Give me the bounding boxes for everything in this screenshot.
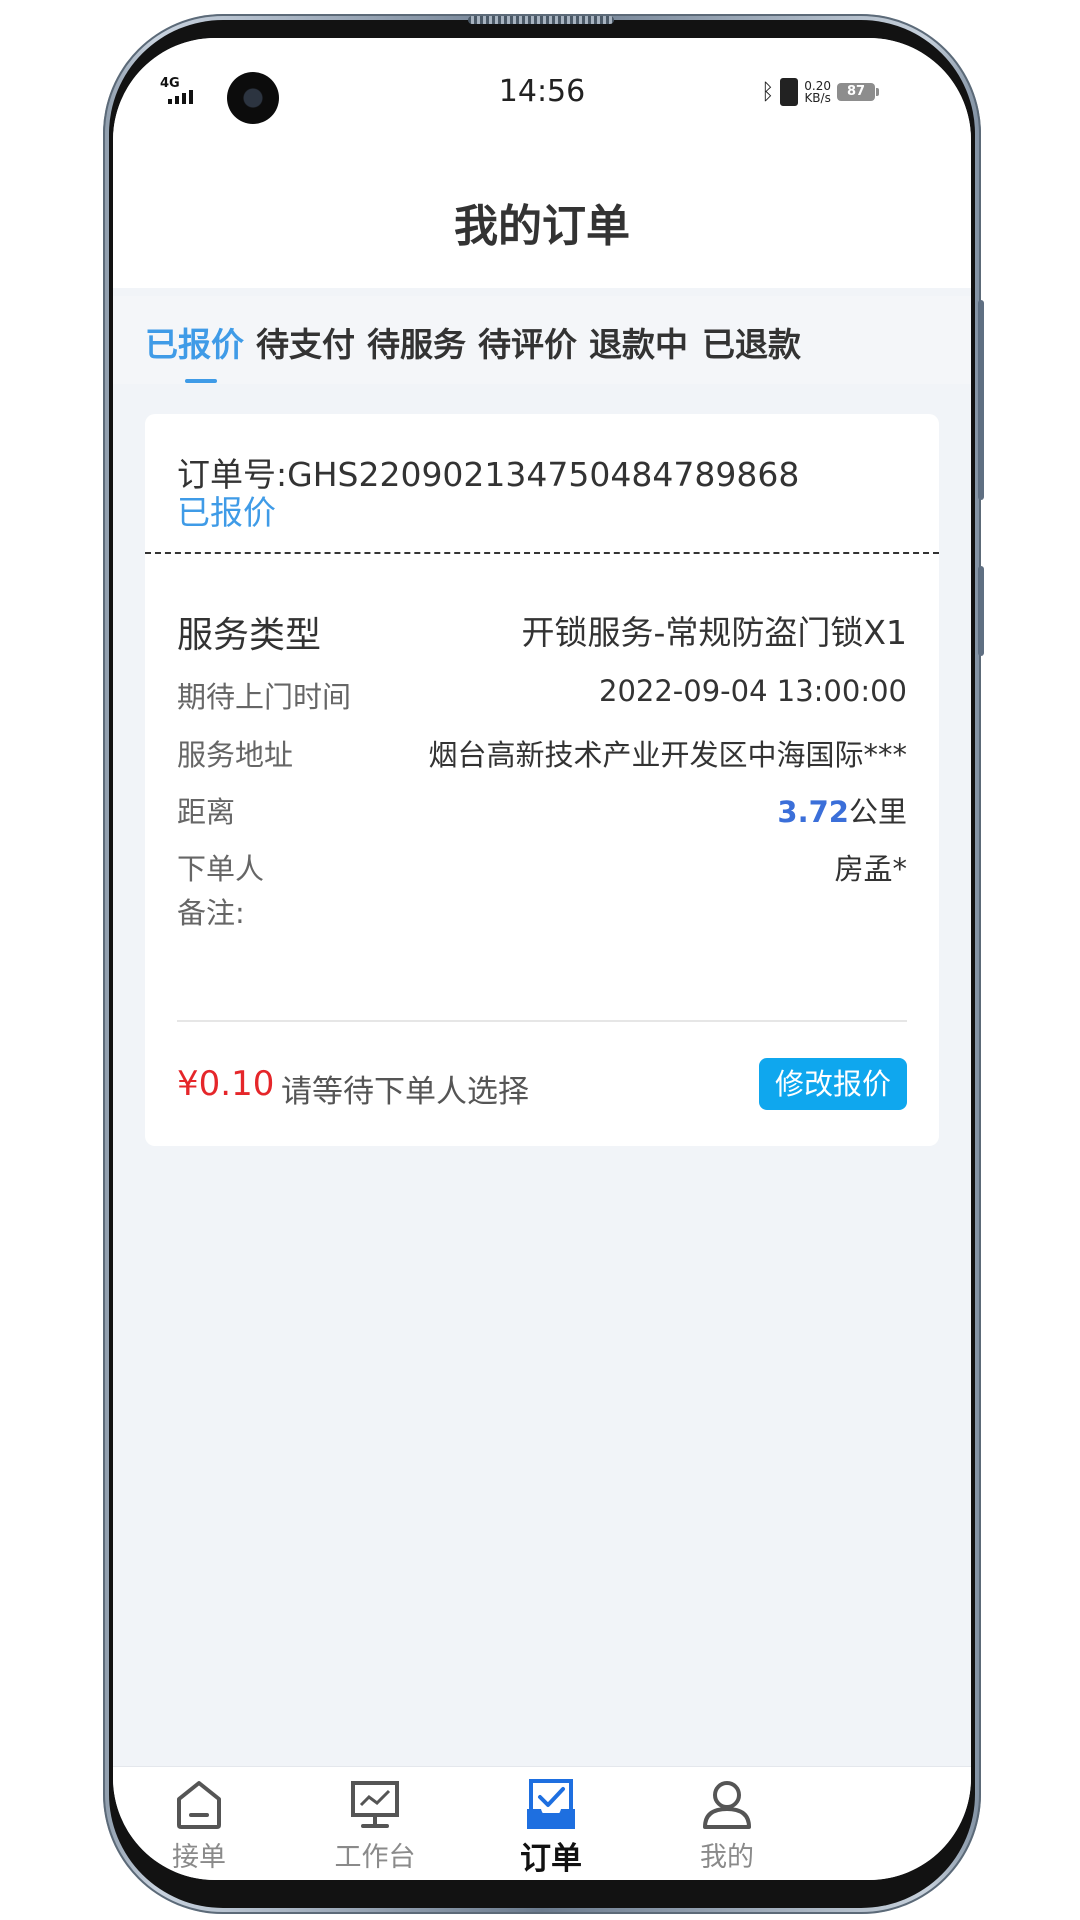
distance-number: 3.72	[777, 795, 849, 829]
price-note: 请等待下单人选择	[281, 1074, 529, 1110]
order-status: 已报价	[177, 493, 276, 532]
speed-unit: KB/s	[804, 91, 831, 105]
customer-value: 房孟*	[834, 852, 907, 886]
tab-refunded[interactable]: 已退款	[702, 318, 801, 366]
bottom-nav: 接单 工作台 订单 我的	[113, 1766, 971, 1880]
tab-quoted[interactable]: 已报价	[145, 318, 244, 366]
address-label: 服务地址	[177, 738, 294, 772]
bluetooth-icon: ᛒ	[761, 79, 775, 105]
power-button	[978, 566, 984, 656]
modify-quote-button[interactable]: 修改报价	[759, 1058, 907, 1110]
nav-accept-orders[interactable]: 接单	[113, 1767, 299, 1880]
order-check-icon	[527, 1779, 575, 1829]
page-header: 我的订单	[113, 148, 971, 288]
nav-label-workbench: 工作台	[334, 1842, 416, 1873]
service-type-label: 服务类型	[177, 615, 322, 656]
dashed-divider	[145, 552, 939, 554]
speaker-grill	[468, 16, 614, 24]
home-icon	[177, 1781, 221, 1829]
page-title: 我的订单	[454, 201, 630, 252]
tab-pending-payment[interactable]: 待支付	[256, 318, 355, 366]
nav-label-mine: 我的	[700, 1842, 754, 1873]
user-icon	[703, 1781, 751, 1829]
network-speed: 0.20 KB/s	[804, 80, 831, 104]
status-icons: ᛒ 0.20 KB/s 87	[761, 78, 879, 106]
tab-refunding[interactable]: 退款中	[589, 318, 688, 366]
battery-icon: 87	[837, 83, 879, 101]
order-status-tabs: 已报价 待支付 待服务 待评价 退款中 已退款	[113, 296, 971, 384]
distance-unit: 公里	[848, 795, 907, 829]
tab-pending-service[interactable]: 待服务	[367, 318, 466, 366]
vibrate-icon	[780, 78, 799, 106]
order-card[interactable]: 订单号:GHS22090213475048478986​8 已报价 服务类型 开…	[145, 414, 939, 1146]
tab-pending-review[interactable]: 待评价	[478, 318, 577, 366]
remark-label: 备注:	[177, 896, 245, 930]
nav-label-orders: 订单	[520, 1841, 582, 1877]
customer-label: 下单人	[177, 852, 265, 886]
time-label: 期待上门时间	[177, 680, 352, 714]
nav-label-accept: 接单	[172, 1842, 226, 1873]
address-value: 烟台高新技术产业开发区中海国际***	[428, 738, 907, 772]
card-divider	[177, 1020, 907, 1022]
volume-button	[978, 300, 984, 500]
nav-mine[interactable]: 我的	[627, 1767, 827, 1880]
service-type-value: 开锁服务-常规防盗门锁X1	[521, 613, 907, 652]
time-value: 2022-09-04 13:00:00	[599, 674, 907, 708]
nav-workbench[interactable]: 工作台	[275, 1767, 475, 1880]
nav-orders[interactable]: 订单	[451, 1767, 651, 1880]
status-bar: 4G 14:56 ᛒ 0.20 KB/s 87	[113, 38, 971, 148]
active-tab-indicator	[185, 379, 217, 383]
distance-value: 3.72公里	[777, 789, 907, 831]
monitor-icon	[351, 1781, 399, 1828]
screen: 4G 14:56 ᛒ 0.20 KB/s 87 我的订单 已报价 待支付 待服务…	[113, 38, 971, 1880]
quoted-price: ¥0.10	[177, 1064, 275, 1104]
distance-label: 距离	[177, 795, 236, 829]
